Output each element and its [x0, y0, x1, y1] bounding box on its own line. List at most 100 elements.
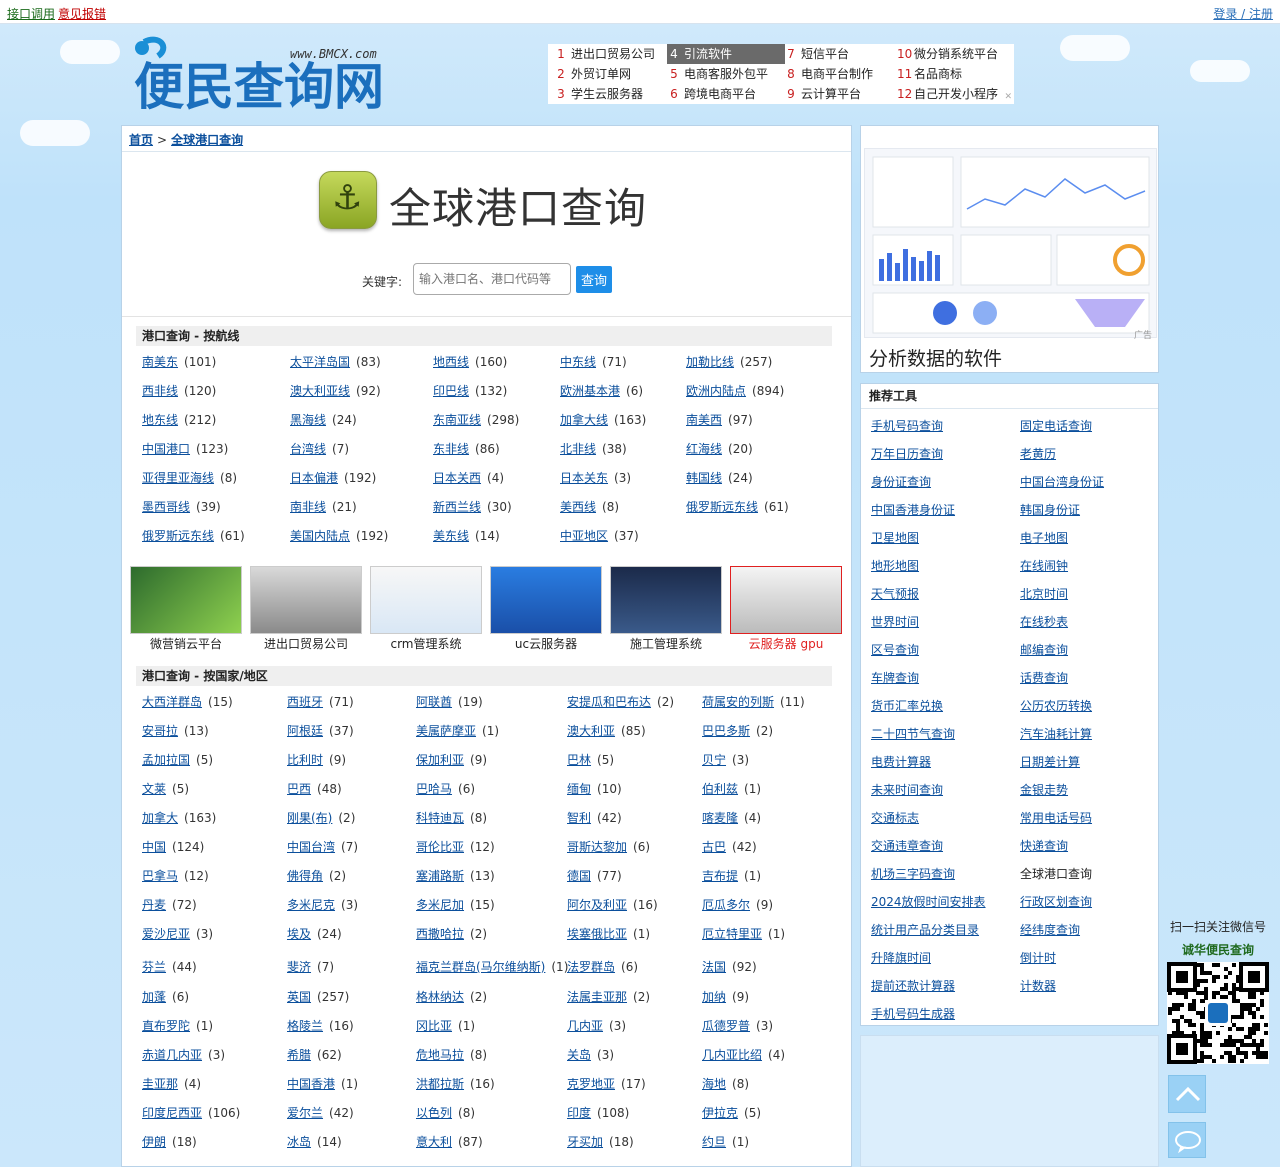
port-link[interactable]: 智利: [567, 811, 591, 825]
port-link[interactable]: 哥伦比亚: [416, 840, 464, 854]
port-link[interactable]: 西班牙: [287, 695, 323, 709]
port-link[interactable]: 冰岛: [287, 1135, 311, 1149]
port-link[interactable]: 大西洋群岛: [142, 695, 202, 709]
tool-link[interactable]: 地形地图: [871, 557, 919, 574]
port-link[interactable]: 几内亚比绍: [702, 1048, 762, 1062]
port-link[interactable]: 俄罗斯远东线: [686, 500, 758, 514]
port-link[interactable]: 俄罗斯远东线: [142, 529, 214, 543]
port-link[interactable]: 印度: [567, 1106, 591, 1120]
port-link[interactable]: 多米尼克: [287, 898, 335, 912]
tool-link[interactable]: 卫星地图: [871, 529, 919, 546]
port-link[interactable]: 巴巴多斯: [702, 724, 750, 738]
ad-nav-item[interactable]: 5 电商客服外包平: [667, 64, 785, 84]
tool-link[interactable]: 手机号码查询: [871, 417, 943, 434]
port-link[interactable]: 加拿大: [142, 811, 178, 825]
port-link[interactable]: 文莱: [142, 782, 166, 796]
port-link[interactable]: 新西兰线: [433, 500, 481, 514]
image-ad[interactable]: uc云服务器: [490, 566, 602, 654]
port-link[interactable]: 阿联酋: [416, 695, 452, 709]
port-link[interactable]: 古巴: [702, 840, 726, 854]
port-link[interactable]: 关岛: [567, 1048, 591, 1062]
ad-nav-item[interactable]: 1 进出口贸易公司: [554, 44, 672, 64]
port-link[interactable]: 喀麦隆: [702, 811, 738, 825]
port-link[interactable]: 牙买加: [567, 1135, 603, 1149]
port-link[interactable]: 缅甸: [567, 782, 591, 796]
port-link[interactable]: 印度尼西亚: [142, 1106, 202, 1120]
port-link[interactable]: 东非线: [433, 442, 469, 456]
port-link[interactable]: 圭亚那: [142, 1077, 178, 1091]
port-link[interactable]: 埃及: [287, 927, 311, 941]
port-link[interactable]: 德国: [567, 869, 591, 883]
tool-link[interactable]: 经纬度查询: [1020, 921, 1080, 938]
port-link[interactable]: 美西线: [560, 500, 596, 514]
port-link[interactable]: 中国: [142, 840, 166, 854]
image-ad[interactable]: 进出口贸易公司: [250, 566, 362, 654]
tool-link[interactable]: 电子地图: [1020, 529, 1068, 546]
port-link[interactable]: 中亚地区: [560, 529, 608, 543]
port-link[interactable]: 亚得里亚海线: [142, 471, 214, 485]
port-link[interactable]: 日本偏港: [290, 471, 338, 485]
port-link[interactable]: 意大利: [416, 1135, 452, 1149]
port-link[interactable]: 法属圭亚那: [567, 990, 627, 1004]
port-link[interactable]: 加拿大线: [560, 413, 608, 427]
port-link[interactable]: 多米尼加: [416, 898, 464, 912]
port-link[interactable]: 保加利亚: [416, 753, 464, 767]
port-link[interactable]: 澳大利亚线: [290, 384, 350, 398]
port-link[interactable]: 伊拉克: [702, 1106, 738, 1120]
port-link[interactable]: 直布罗陀: [142, 1019, 190, 1033]
tool-link[interactable]: 全球港口查询: [1020, 865, 1092, 882]
tool-link[interactable]: 倒计时: [1020, 949, 1056, 966]
port-link[interactable]: 伯利兹: [702, 782, 738, 796]
tool-link[interactable]: 常用电话号码: [1020, 809, 1092, 826]
tool-link[interactable]: 交通违章查询: [871, 837, 943, 854]
tool-link[interactable]: 邮编查询: [1020, 641, 1068, 658]
port-link[interactable]: 海地: [702, 1077, 726, 1091]
port-link[interactable]: 美东线: [433, 529, 469, 543]
tool-link[interactable]: 日期差计算: [1020, 753, 1080, 770]
tool-link[interactable]: 货币汇率兑换: [871, 697, 943, 714]
tool-link[interactable]: 手机号码生成器: [871, 1005, 955, 1022]
port-link[interactable]: 爱沙尼亚: [142, 927, 190, 941]
tool-link[interactable]: 2024放假时间安排表: [871, 893, 986, 910]
tool-link[interactable]: 交通标志: [871, 809, 919, 826]
port-link[interactable]: 厄瓜多尔: [702, 898, 750, 912]
port-link[interactable]: 欧洲内陆点: [686, 384, 746, 398]
breadcrumb-current[interactable]: 全球港口查询: [171, 133, 243, 147]
tool-link[interactable]: 世界时间: [871, 613, 919, 630]
tool-link[interactable]: 行政区划查询: [1020, 893, 1092, 910]
port-link[interactable]: 芬兰: [142, 960, 166, 974]
login-link[interactable]: 登录 / 注册: [1213, 7, 1273, 21]
port-link[interactable]: 日本关西: [433, 471, 481, 485]
image-ad[interactable]: 施工管理系统: [610, 566, 722, 654]
tool-link[interactable]: 老黄历: [1020, 445, 1056, 462]
port-link[interactable]: 斐济: [287, 960, 311, 974]
port-link[interactable]: 孟加拉国: [142, 753, 190, 767]
port-link[interactable]: 埃塞俄比亚: [567, 927, 627, 941]
port-link[interactable]: 中国港口: [142, 442, 190, 456]
port-link[interactable]: 福克兰群岛(马尔维纳斯): [416, 960, 545, 974]
tool-link[interactable]: 中国台湾身份证: [1020, 473, 1104, 490]
port-link[interactable]: 冈比亚: [416, 1019, 452, 1033]
tool-link[interactable]: 中国香港身份证: [871, 501, 955, 518]
port-link[interactable]: 加蓬: [142, 990, 166, 1004]
port-link[interactable]: 太平洋岛国: [290, 355, 350, 369]
tool-link[interactable]: 韩国身份证: [1020, 501, 1080, 518]
port-link[interactable]: 红海线: [686, 442, 722, 456]
port-link[interactable]: 西撒哈拉: [416, 927, 464, 941]
port-link[interactable]: 格陵兰: [287, 1019, 323, 1033]
port-link[interactable]: 巴林: [567, 753, 591, 767]
port-link[interactable]: 贝宁: [702, 753, 726, 767]
ad-nav-item[interactable]: 9 云计算平台: [784, 84, 902, 104]
port-link[interactable]: 希腊: [287, 1048, 311, 1062]
port-link[interactable]: 英国: [287, 990, 311, 1004]
breadcrumb-home[interactable]: 首页: [129, 133, 153, 147]
tool-link[interactable]: 车牌查询: [871, 669, 919, 686]
image-ad[interactable]: 云服务器 gpu: [730, 566, 842, 654]
ad-nav-item[interactable]: 7 短信平台: [784, 44, 902, 64]
ad-nav-item[interactable]: 11 名品商标: [897, 64, 1015, 84]
tool-link[interactable]: 北京时间: [1020, 585, 1068, 602]
port-link[interactable]: 安提瓜和巴布达: [567, 695, 651, 709]
side-ad[interactable]: 广告 分析数据的软件: [860, 125, 1159, 373]
port-link[interactable]: 安哥拉: [142, 724, 178, 738]
port-link[interactable]: 阿尔及利亚: [567, 898, 627, 912]
